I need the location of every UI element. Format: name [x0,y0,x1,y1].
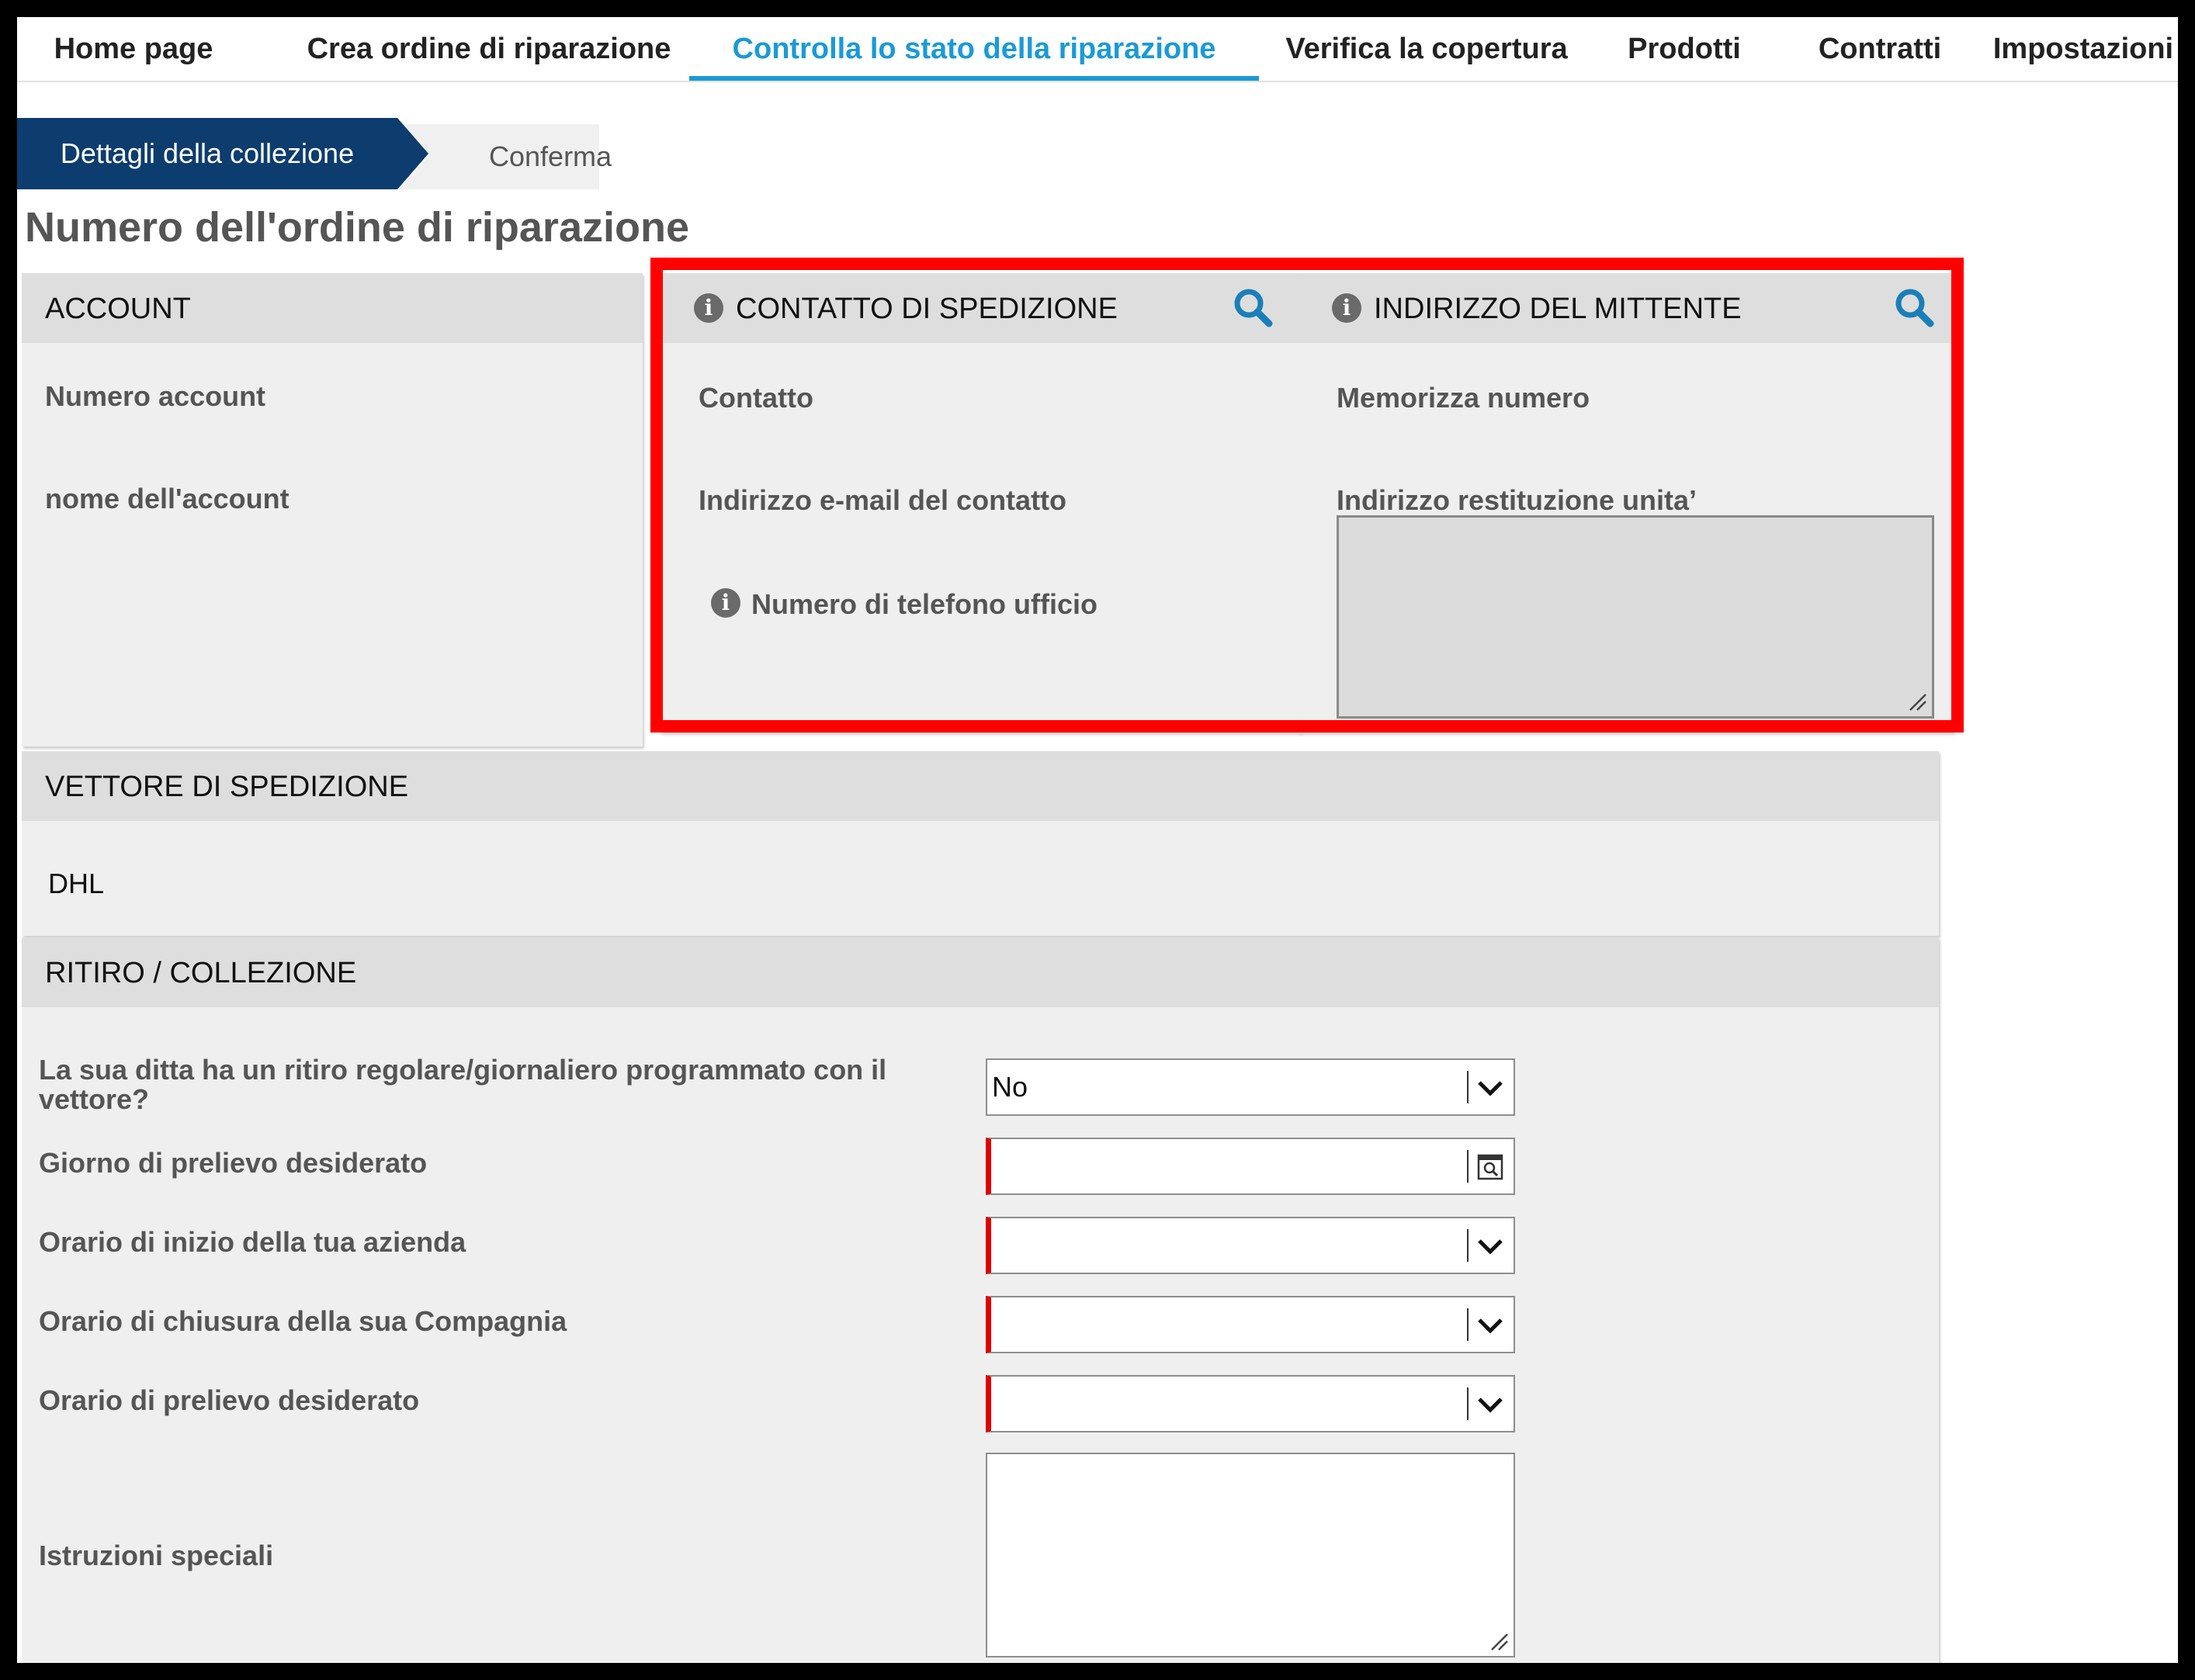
regular-pickup-select[interactable]: No [986,1058,1515,1116]
info-icon: i [694,293,723,323]
regular-pickup-value: No [992,1071,1028,1103]
account-header-text: ACCOUNT [45,293,191,325]
chevron-down-icon[interactable] [1475,1389,1506,1420]
step-collection-details[interactable]: Dettagli della collezione [17,118,397,189]
account-panel: ACCOUNT Numero account nome dell'account [22,273,643,746]
special-instructions-textarea[interactable] [986,1453,1515,1657]
search-icon[interactable] [1892,286,1936,329]
step-arrow [397,118,428,189]
carrier-panel: VETTORE DI SPEDIZIONE DHL [22,751,1939,936]
sender-address-header-text: INDIRIZZO DEL MITTENTE [1374,293,1742,325]
pickup-day-label: Giorno di prelievo desiderato [39,1147,428,1179]
return-address-label: Indirizzo restituzione unita’ [1337,484,1697,516]
pickup-day-input[interactable] [986,1138,1515,1195]
shipping-contact-header: i CONTATTO DI SPEDIZIONE [660,273,1301,343]
chevron-down-icon[interactable] [1475,1072,1506,1103]
search-icon[interactable] [1231,286,1274,329]
account-panel-header: ACCOUNT [22,273,643,343]
store-number-label: Memorizza numero [1337,382,1590,414]
input-separator [1467,1150,1469,1183]
contact-email-label: Indirizzo e-mail del contatto [699,484,1067,516]
pickup-time-select[interactable] [986,1375,1515,1432]
page-title: Numero dell'ordine di riparazione [25,204,689,251]
app-frame: Home page Crea ordine di riparazione Con… [17,17,2178,1663]
resize-grip-icon[interactable] [1487,1630,1509,1651]
chevron-down-icon[interactable] [1475,1310,1506,1341]
info-icon: i [1332,293,1361,323]
pickup-panel-header: RITIRO / COLLEZIONE [22,937,1939,1007]
special-instructions-label: Istruzioni speciali [39,1540,274,1571]
tab-home[interactable]: Home page [48,17,219,81]
account-number-label: Numero account [45,380,266,412]
carrier-header-text: VETTORE DI SPEDIZIONE [45,771,409,803]
close-time-label: Orario di chiusura della sua Compagnia [39,1305,567,1337]
tab-products[interactable]: Prodotti [1616,17,1753,81]
calendar-search-icon[interactable] [1475,1152,1506,1183]
select-separator [1467,1229,1469,1262]
sender-address-panel: i INDIRIZZO DEL MITTENTE Memorizza numer… [1298,273,1954,733]
shipping-contact-header-text: CONTATTO DI SPEDIZIONE [736,293,1118,325]
return-address-textarea[interactable] [1337,515,1934,719]
pickup-panel: RITIRO / COLLEZIONE La sua ditta ha un r… [22,937,1939,1663]
regular-pickup-label: La sua ditta ha un ritiro regolare/giorn… [39,1054,887,1115]
tab-verify-coverage[interactable]: Verifica la copertura [1271,17,1582,81]
step-confirm-label: Conferma [489,140,612,172]
open-time-select[interactable] [986,1217,1515,1274]
top-navigation: Home page Crea ordine di riparazione Con… [17,17,2178,82]
open-time-label: Orario di inizio della tua azienda [39,1226,466,1258]
shipping-contact-panel: i CONTATTO DI SPEDIZIONE Contatto Indiri… [660,273,1301,733]
carrier-panel-header: VETTORE DI SPEDIZIONE [22,751,1939,821]
account-name-label: nome dell'account [45,483,290,514]
select-separator [1467,1308,1469,1341]
office-phone-label: Numero di telefono ufficio [751,588,1098,620]
carrier-value: DHL [48,868,105,899]
tab-contracts[interactable]: Contratti [1794,17,1965,81]
info-icon: i [711,588,740,618]
resize-grip-icon[interactable] [1905,690,1927,712]
close-time-select[interactable] [986,1296,1515,1353]
tab-settings[interactable]: Impostazioni [1989,17,2178,81]
pickup-header-text: RITIRO / COLLEZIONE [45,957,357,989]
sender-address-header: i INDIRIZZO DEL MITTENTE [1298,273,1954,343]
tab-create-repair-order[interactable]: Crea ordine di riparazione [281,17,697,81]
select-separator [1467,1071,1469,1103]
select-separator [1467,1387,1469,1420]
pickup-time-label: Orario di prelievo desiderato [39,1384,420,1416]
contact-label: Contatto [699,382,813,414]
chevron-down-icon[interactable] [1475,1231,1506,1262]
step-confirm[interactable]: Conferma [399,124,612,189]
tab-check-repair-status[interactable]: Controlla lo stato della riparazione [689,17,1259,81]
